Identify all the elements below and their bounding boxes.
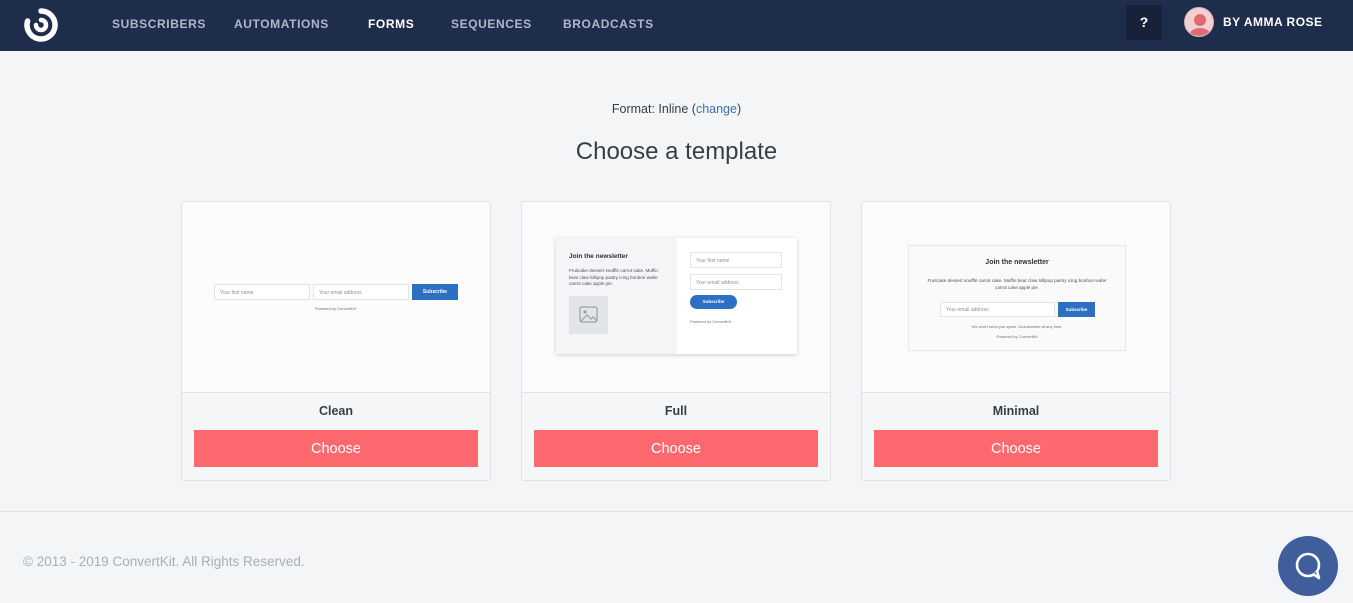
template-name: Minimal bbox=[992, 404, 1040, 418]
preview-powered-by: Powered by ConvertKit bbox=[315, 306, 356, 311]
preview-subscribe-button: Subscribe bbox=[1058, 302, 1095, 317]
template-card-minimal: Join the newsletter Fruitcake dessert so… bbox=[861, 201, 1171, 481]
chat-bubble-icon[interactable] bbox=[1278, 536, 1338, 596]
preview-email-input: Your email address bbox=[313, 284, 409, 300]
template-card-clean: Your first name Your email address Subsc… bbox=[181, 201, 491, 481]
choose-clean-button[interactable]: Choose bbox=[194, 430, 478, 467]
preview-body: Fruitcake dessert soufflé carrot cake. M… bbox=[569, 268, 658, 286]
preview-email-input: Your email address bbox=[690, 274, 782, 290]
template-card-full: Join the newsletter Fruitcake dessert so… bbox=[521, 201, 831, 481]
preview-powered-by: Powered by ConvertKit bbox=[996, 334, 1038, 339]
template-preview-minimal[interactable]: Join the newsletter Fruitcake dessert so… bbox=[862, 202, 1170, 393]
choose-minimal-button[interactable]: Choose bbox=[874, 430, 1158, 467]
preview-first-name-input: Your first name bbox=[214, 284, 310, 300]
preview-subscribe-button: Subscribe bbox=[412, 284, 458, 300]
nav-item-subscribers[interactable]: SUBSCRIBERS bbox=[112, 17, 206, 31]
convertkit-logo-icon[interactable] bbox=[24, 8, 58, 42]
format-suffix: ) bbox=[736, 102, 742, 116]
choose-full-button[interactable]: Choose bbox=[534, 430, 818, 467]
template-name: Full bbox=[664, 404, 688, 418]
nav-item-broadcasts[interactable]: BROADCASTS bbox=[563, 17, 654, 31]
nav-item-automations[interactable]: AUTOMATIONS bbox=[234, 17, 329, 31]
preview-subscribe-button: Subscribe bbox=[690, 295, 737, 309]
copyright-text: © 2013 - 2019 ConvertKit. All Rights Res… bbox=[23, 554, 305, 569]
nav-item-forms[interactable]: FORMS bbox=[368, 17, 414, 31]
preview-minimal-frame: Join the newsletter Fruitcake dessert so… bbox=[908, 245, 1126, 351]
footer-divider bbox=[0, 511, 1353, 512]
help-button[interactable]: ? bbox=[1126, 5, 1162, 40]
nav-item-sequences[interactable]: SEQUENCES bbox=[451, 17, 532, 31]
template-preview-clean[interactable]: Your first name Your email address Subsc… bbox=[182, 202, 490, 393]
format-prefix: Format: Inline ( bbox=[611, 102, 696, 116]
template-name: Clean bbox=[318, 404, 354, 418]
preview-first-name-input: Your first name bbox=[690, 252, 782, 268]
preview-full-left-panel: Join the newsletter Fruitcake dessert so… bbox=[556, 238, 677, 354]
account-name[interactable]: BY AMMA ROSE bbox=[1223, 15, 1323, 29]
format-line: Format: Inline (change) bbox=[0, 102, 1353, 116]
preview-full-frame: Join the newsletter Fruitcake dessert so… bbox=[556, 238, 797, 354]
top-navbar: SUBSCRIBERS AUTOMATIONS FORMS SEQUENCES … bbox=[0, 0, 1353, 51]
template-preview-full[interactable]: Join the newsletter Fruitcake dessert so… bbox=[522, 202, 830, 393]
preview-heading: Join the newsletter bbox=[985, 259, 1049, 266]
preview-powered-by: Powered by ConvertKit bbox=[690, 319, 731, 324]
preview-heading: Join the newsletter bbox=[569, 253, 628, 260]
image-placeholder-icon bbox=[569, 296, 608, 334]
preview-body: Fruitcake dessert soufflé carrot cake. M… bbox=[927, 278, 1107, 290]
preview-no-spam-note: We won't send you spam. Unsubscribe at a… bbox=[971, 324, 1063, 329]
preview-email-input: Your email address bbox=[940, 302, 1055, 317]
user-avatar-icon[interactable] bbox=[1184, 7, 1214, 37]
change-format-link[interactable]: change bbox=[696, 102, 737, 116]
page-title: Choose a template bbox=[575, 138, 778, 165]
